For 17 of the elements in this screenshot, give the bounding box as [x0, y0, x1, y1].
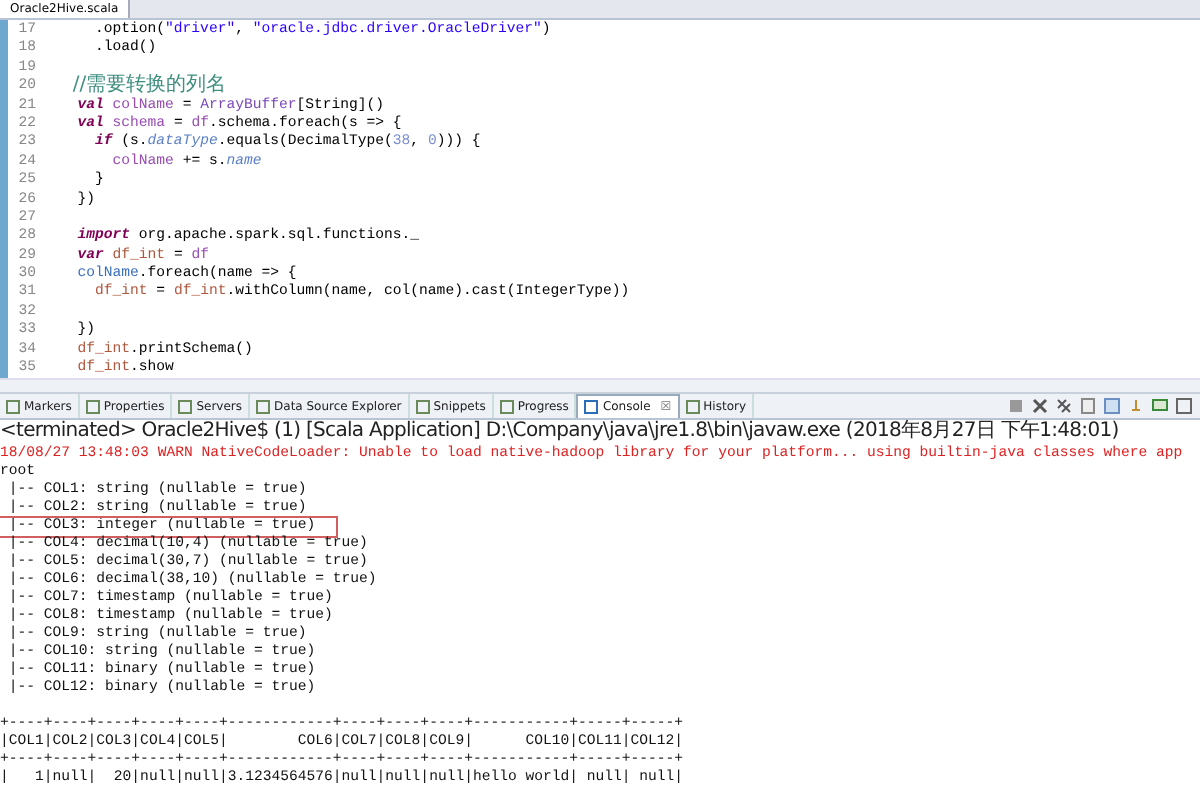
- horizontal-scrollbar[interactable]: [0, 378, 1200, 395]
- stop-square-icon[interactable]: [1008, 398, 1024, 415]
- process-status-line: <terminated> Oracle2Hive$ (1) [Scala Application] D:\Company\java\jre1.8\bin\javaw.exe (2018年8月27日 下午1:48:01): [0, 420, 1121, 445]
- view-icon: [256, 399, 271, 414]
- code-line: //需要转换的列名: [70, 76, 227, 97]
- view-icon: [584, 400, 599, 415]
- monitor-icon[interactable]: [1152, 398, 1168, 415]
- view-icon: [415, 399, 430, 414]
- view-icon: [85, 399, 100, 414]
- window-icon[interactable]: [1176, 398, 1192, 415]
- double-close-icon[interactable]: [1056, 398, 1072, 415]
- view-icon: [499, 399, 514, 414]
- view-icon: [685, 399, 700, 414]
- view-icon: [178, 399, 193, 414]
- close-icon[interactable]: [1032, 398, 1048, 415]
- view-icon: [6, 399, 20, 414]
- page-icon[interactable]: [1080, 398, 1096, 415]
